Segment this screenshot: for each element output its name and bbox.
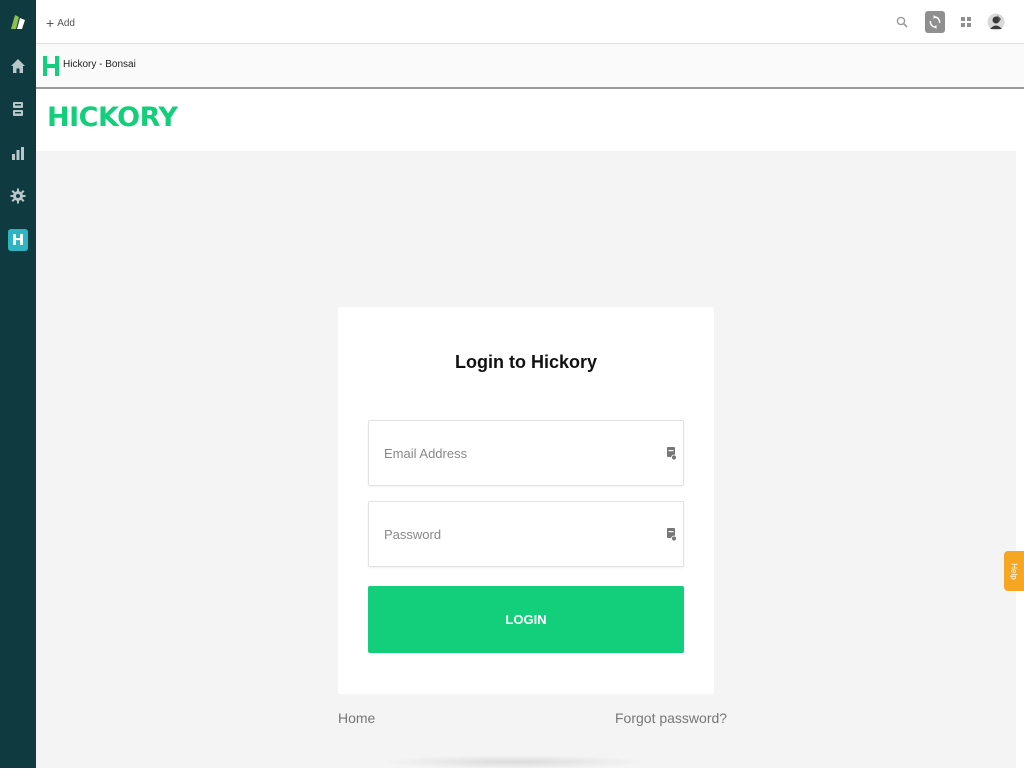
decorative-shadow (380, 755, 648, 769)
avatar[interactable] (986, 11, 1006, 33)
search-icon[interactable] (892, 11, 912, 33)
grid-icon[interactable] (956, 11, 976, 33)
apps-icon[interactable] (0, 91, 36, 127)
app-header: Hickory - Bonsai (36, 44, 1024, 89)
logo-icon[interactable] (0, 4, 36, 40)
add-button[interactable]: + Add (46, 15, 75, 31)
password-input[interactable] (369, 502, 683, 566)
add-label: Add (57, 17, 75, 29)
brand-bar: HICKORY (36, 89, 1016, 151)
app-title: Hickory - Bonsai (63, 59, 136, 70)
login-card: Login to Hickory LOGIN (338, 307, 714, 694)
password-field (368, 501, 684, 567)
left-sidebar: H (0, 0, 36, 768)
email-field (368, 420, 684, 486)
hickory-app-label: H (8, 229, 28, 251)
email-input[interactable] (369, 421, 683, 485)
app-content: HICKORY Login to Hickory LOGIN Home Forg… (36, 89, 1016, 769)
sync-icon[interactable] (925, 11, 945, 33)
plus-icon: + (46, 15, 55, 31)
home-link[interactable]: Home (338, 710, 375, 726)
brand-logo: HICKORY (47, 102, 178, 133)
hickory-logo-icon (42, 55, 60, 77)
help-label: Help (1009, 562, 1019, 580)
password-manager-icon[interactable] (667, 528, 677, 542)
gear-icon[interactable] (0, 178, 36, 214)
password-manager-icon[interactable] (667, 447, 677, 461)
forgot-password-link[interactable]: Forgot password? (615, 710, 727, 726)
home-icon[interactable] (0, 48, 36, 84)
login-title: Login to Hickory (454, 352, 597, 372)
help-tab[interactable]: Help (1004, 551, 1024, 591)
top-bar: + Add (36, 0, 1024, 44)
login-button[interactable]: LOGIN (368, 586, 684, 653)
hickory-app-icon[interactable]: H (0, 222, 36, 258)
chart-icon[interactable] (0, 135, 36, 171)
